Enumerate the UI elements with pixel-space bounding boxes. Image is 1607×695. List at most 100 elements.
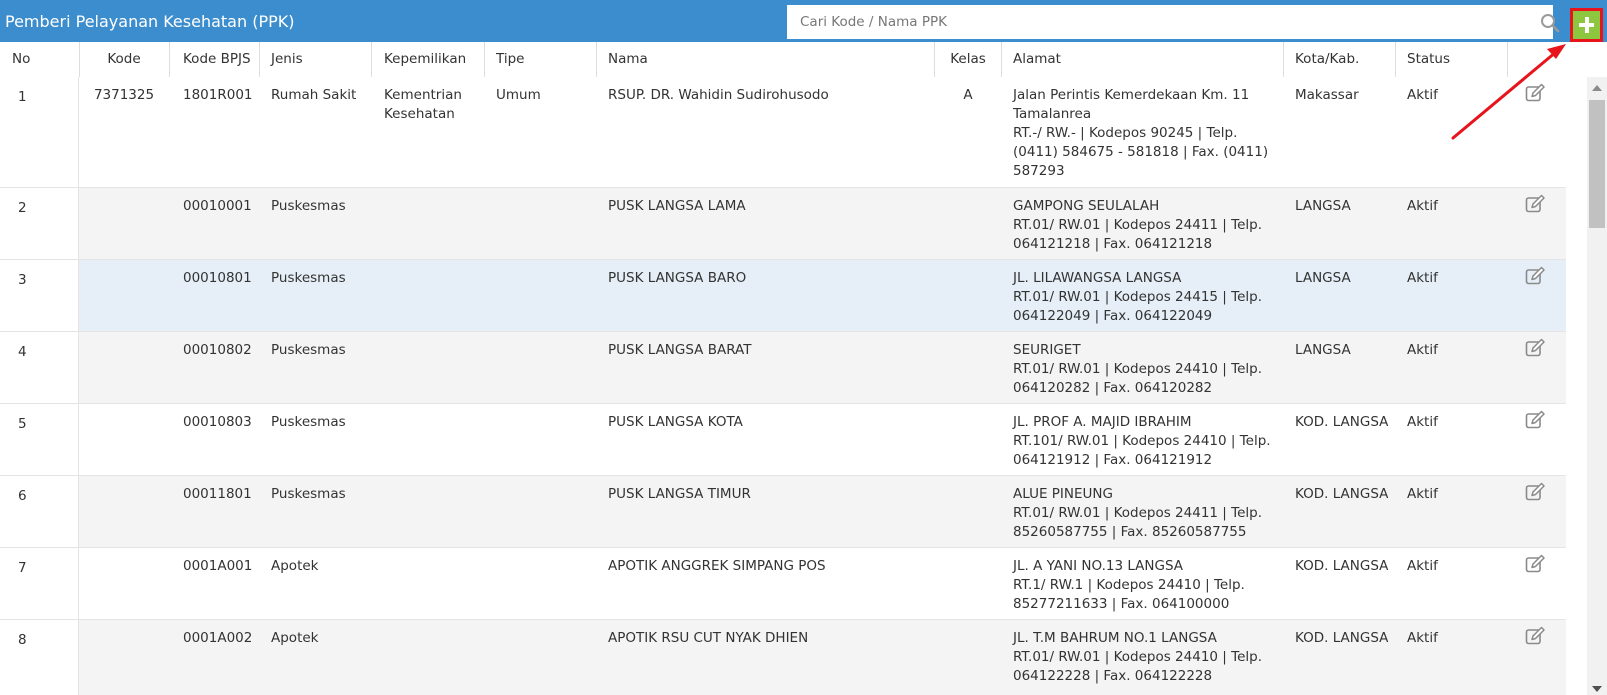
cell-jenis: Apotek bbox=[271, 630, 319, 646]
cell-kota: KOD. LANGSA bbox=[1295, 486, 1389, 502]
cell-tipe bbox=[496, 332, 596, 403]
cell-kota: KOD. LANGSA bbox=[1295, 414, 1389, 430]
cell-kode: 7371325 bbox=[93, 87, 155, 103]
row-number: 4 bbox=[0, 332, 79, 403]
scroll-down-arrow-icon[interactable] bbox=[1592, 686, 1602, 692]
column-divider bbox=[1001, 42, 1002, 77]
table-row[interactable]: 7 0001A001 Apotek APOTIK ANGGREK SIMPANG… bbox=[0, 548, 1566, 620]
cell-jenis: Puskesmas bbox=[271, 198, 346, 214]
cell-status: Aktif bbox=[1407, 270, 1438, 286]
cell-kode bbox=[79, 260, 169, 331]
cell-status: Aktif bbox=[1407, 198, 1438, 214]
cell-tipe bbox=[496, 548, 596, 619]
page-header: Pemberi Pelayanan Kesehatan (PPK) bbox=[0, 0, 1607, 42]
scrollbar-thumb[interactable] bbox=[1589, 100, 1605, 228]
table-row[interactable]: 3 00010801 Puskesmas PUSK LANGSA BARO JL… bbox=[0, 260, 1566, 332]
cell-tipe bbox=[496, 260, 596, 331]
cell-kepemilikan bbox=[384, 260, 484, 331]
cell-jenis: Puskesmas bbox=[271, 342, 346, 358]
cell-status: Aktif bbox=[1407, 558, 1438, 574]
edit-icon[interactable] bbox=[1525, 410, 1545, 430]
table-header: No Kode Kode BPJS Jenis Kepemilikan Tipe… bbox=[0, 42, 1587, 77]
column-header-kode: Kode bbox=[107, 51, 141, 67]
table-row[interactable]: 5 00010803 Puskesmas PUSK LANGSA KOTA JL… bbox=[0, 404, 1566, 476]
cell-jenis: Apotek bbox=[271, 558, 319, 574]
column-divider bbox=[169, 42, 170, 77]
edit-button[interactable] bbox=[1525, 332, 1549, 403]
edit-icon[interactable] bbox=[1525, 266, 1545, 286]
cell-nama: APOTIK RSU CUT NYAK DHIEN bbox=[608, 630, 809, 646]
edit-button[interactable] bbox=[1525, 77, 1549, 187]
column-header-alamat: Alamat bbox=[1013, 51, 1061, 67]
edit-button[interactable] bbox=[1525, 260, 1549, 331]
scroll-up-arrow-icon[interactable] bbox=[1592, 85, 1602, 91]
cell-status: Aktif bbox=[1407, 342, 1438, 358]
cell-tipe bbox=[496, 620, 596, 695]
cell-kota: KOD. LANGSA bbox=[1295, 558, 1389, 574]
column-divider bbox=[1507, 42, 1508, 77]
cell-status: Aktif bbox=[1407, 87, 1438, 103]
cell-kode-bpjs: 00010801 bbox=[183, 270, 252, 286]
cell-tipe bbox=[496, 476, 596, 547]
cell-nama: PUSK LANGSA LAMA bbox=[608, 198, 746, 214]
cell-alamat: JL. A YANI NO.13 LANGSA RT.1/ RW.1 | Kode… bbox=[1013, 558, 1245, 612]
column-header-kelas: Kelas bbox=[950, 51, 986, 67]
edit-button[interactable] bbox=[1525, 188, 1549, 259]
column-header-status: Status bbox=[1407, 51, 1451, 67]
cell-alamat: JL. LILAWANGSA LANGSA RT.01/ RW.01 | Kode… bbox=[1013, 270, 1262, 324]
cell-kelas bbox=[934, 188, 1002, 259]
cell-kelas bbox=[934, 548, 1002, 619]
row-number: 2 bbox=[0, 188, 79, 259]
column-divider bbox=[259, 42, 260, 77]
edit-icon[interactable] bbox=[1525, 482, 1545, 502]
edit-button[interactable] bbox=[1525, 548, 1549, 619]
search-icon[interactable] bbox=[1540, 13, 1560, 33]
cell-kepemilikan: Kementrian Kesehatan bbox=[384, 87, 462, 122]
edit-icon[interactable] bbox=[1525, 554, 1545, 574]
cell-nama: APOTIK ANGGREK SIMPANG POS bbox=[608, 558, 826, 574]
cell-jenis: Rumah Sakit bbox=[271, 87, 357, 103]
table-row[interactable]: 8 0001A002 Apotek APOTIK RSU CUT NYAK DH… bbox=[0, 620, 1566, 695]
cell-kode-bpjs: 1801R001 bbox=[183, 87, 253, 103]
cell-kota: LANGSA bbox=[1295, 198, 1351, 214]
cell-jenis: Puskesmas bbox=[271, 486, 346, 502]
cell-status: Aktif bbox=[1407, 630, 1438, 646]
edit-icon[interactable] bbox=[1525, 194, 1545, 214]
cell-kepemilikan bbox=[384, 404, 484, 475]
add-ppk-button[interactable] bbox=[1570, 8, 1603, 42]
cell-nama: PUSK LANGSA TIMUR bbox=[608, 486, 751, 502]
table-row[interactable]: 4 00010802 Puskesmas PUSK LANGSA BARAT S… bbox=[0, 332, 1566, 404]
table-row[interactable]: 6 00011801 Puskesmas PUSK LANGSA TIMUR A… bbox=[0, 476, 1566, 548]
edit-icon[interactable] bbox=[1525, 338, 1545, 358]
cell-kelas bbox=[934, 620, 1002, 695]
edit-button[interactable] bbox=[1525, 620, 1549, 695]
cell-jenis: Puskesmas bbox=[271, 414, 346, 430]
column-header-kota: Kota/Kab. bbox=[1295, 51, 1360, 67]
cell-kepemilikan bbox=[384, 620, 484, 695]
cell-alamat: GAMPONG SEULALAH RT.01/ RW.01 | Kodepos 2… bbox=[1013, 198, 1262, 252]
cell-alamat: Jalan Perintis Kemerdekaan Km. 11 Tamalan… bbox=[1013, 87, 1269, 179]
edit-icon[interactable] bbox=[1525, 83, 1545, 103]
table-row[interactable]: 2 00010001 Puskesmas PUSK LANGSA LAMA GA… bbox=[0, 188, 1566, 260]
table-row[interactable]: 1 7371325 1801R001 Rumah Sakit Kementria… bbox=[0, 77, 1566, 188]
cell-status: Aktif bbox=[1407, 414, 1438, 430]
edit-button[interactable] bbox=[1525, 404, 1549, 475]
cell-alamat: ALUE PINEUNG RT.01/ RW.01 | Kodepos 24411… bbox=[1013, 486, 1262, 540]
row-number: 6 bbox=[0, 476, 79, 547]
edit-icon[interactable] bbox=[1525, 626, 1545, 646]
column-divider bbox=[484, 42, 485, 77]
column-divider bbox=[1283, 42, 1284, 77]
edit-button[interactable] bbox=[1525, 476, 1549, 547]
cell-kota: KOD. LANGSA bbox=[1295, 630, 1389, 646]
cell-kepemilikan bbox=[384, 476, 484, 547]
ppk-table-body: 1 7371325 1801R001 Rumah Sakit Kementria… bbox=[0, 77, 1566, 695]
row-number: 3 bbox=[0, 260, 79, 331]
cell-kode-bpjs: 0001A001 bbox=[183, 558, 253, 574]
cell-kode bbox=[79, 332, 169, 403]
search-input[interactable] bbox=[787, 5, 1527, 39]
cell-kode bbox=[79, 548, 169, 619]
cell-kode bbox=[79, 404, 169, 475]
row-number: 5 bbox=[0, 404, 79, 475]
column-header-kepemilikan: Kepemilikan bbox=[384, 51, 467, 67]
column-header-tipe: Tipe bbox=[496, 51, 525, 67]
